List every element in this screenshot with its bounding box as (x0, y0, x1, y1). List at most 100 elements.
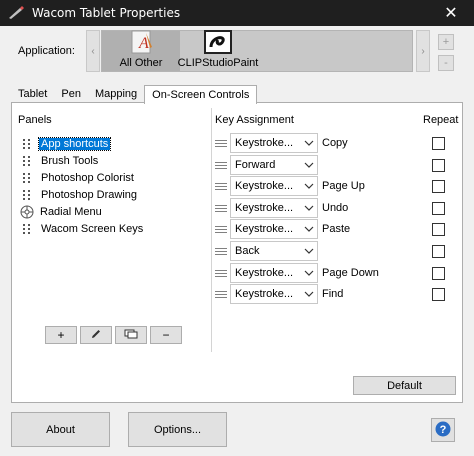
help-button[interactable]: ? (431, 418, 455, 442)
duplicate-icon (124, 328, 138, 343)
row-drag-handle-icon[interactable] (215, 291, 227, 299)
add-panel-button[interactable]: + (45, 326, 77, 344)
row-drag-handle-icon[interactable] (215, 183, 227, 191)
dropdown-value: Forward (235, 159, 276, 171)
remove-panel-button[interactable]: − (150, 326, 182, 344)
tab-tablet[interactable]: Tablet (11, 85, 54, 103)
close-button[interactable]: ✕ (428, 0, 474, 26)
keystroke-value: Page Up (322, 180, 365, 192)
add-application-button[interactable]: + (438, 34, 454, 50)
drag-grip-icon (21, 189, 33, 201)
drag-grip-icon (21, 155, 33, 167)
window-title: Wacom Tablet Properties (32, 6, 181, 20)
panel-item-label: App shortcuts (37, 136, 112, 151)
key-assignment-dropdown[interactable]: Keystroke... (230, 133, 318, 153)
repeat-checkbox[interactable] (432, 137, 445, 150)
repeat-checkbox[interactable] (432, 223, 445, 236)
scroll-left-button[interactable]: ‹ (86, 30, 100, 72)
panel-item-brush-tools[interactable]: Brush Tools (21, 153, 100, 168)
tab-mapping[interactable]: Mapping (88, 85, 144, 103)
key-assignment-dropdown[interactable]: Keystroke... (230, 176, 318, 196)
chevron-down-icon (304, 246, 314, 256)
dropdown-value: Keystroke... (235, 288, 294, 300)
dropdown-value: Keystroke... (235, 267, 294, 279)
chevron-down-icon (304, 224, 314, 234)
dropdown-value: Keystroke... (235, 223, 294, 235)
keystroke-value: Paste (322, 223, 351, 235)
edit-panel-button[interactable] (80, 326, 112, 344)
default-button[interactable]: Default (353, 376, 456, 395)
panel-item-label: Brush Tools (41, 154, 99, 167)
drag-grip-icon (21, 172, 33, 184)
dropdown-value: Keystroke... (235, 202, 294, 214)
row-drag-handle-icon[interactable] (215, 140, 227, 148)
keystroke-value: Page Down (322, 267, 379, 279)
row-drag-handle-icon[interactable] (215, 226, 227, 234)
chevron-down-icon (304, 181, 314, 191)
row-drag-handle-icon[interactable] (215, 270, 227, 278)
row-drag-handle-icon[interactable] (215, 205, 227, 213)
tab-pen[interactable]: Pen (54, 85, 88, 103)
key-assignment-dropdown[interactable]: Keystroke... (230, 219, 318, 239)
tab-on-screen-controls[interactable]: On-Screen Controls (144, 85, 258, 104)
about-button[interactable]: About (11, 412, 110, 447)
panel-item-app-shortcuts[interactable]: App shortcuts (21, 136, 112, 151)
row-drag-handle-icon[interactable] (215, 248, 227, 256)
repeat-checkbox[interactable] (432, 180, 445, 193)
all-other-icon: A (126, 29, 156, 55)
application-strip: A All Other CLIPStudioPaint (101, 30, 413, 72)
scroll-right-button[interactable]: › (416, 30, 430, 72)
panel-item-label: Photoshop Colorist (41, 171, 134, 184)
key-assignment-dropdown[interactable]: Keystroke... (230, 284, 318, 304)
chevron-down-icon (304, 160, 314, 170)
tab-strip: Tablet Pen Mapping On-Screen Controls (11, 85, 258, 104)
options-button[interactable]: Options... (128, 412, 227, 447)
panel-item-label: Photoshop Drawing (41, 188, 138, 201)
radial-menu-icon (20, 205, 34, 219)
panel-item-label: Wacom Screen Keys (41, 222, 144, 235)
repeat-checkbox[interactable] (432, 202, 445, 215)
wacom-pen-icon (8, 6, 24, 20)
pencil-icon (90, 328, 102, 343)
panel-item-photoshop-colorist[interactable]: Photoshop Colorist (21, 170, 136, 185)
chevron-down-icon (304, 268, 314, 278)
drag-grip-icon (21, 138, 33, 150)
dropdown-value: Back (235, 245, 260, 257)
key-assignment-dropdown[interactable]: Keystroke... (230, 263, 318, 283)
svg-text:?: ? (440, 424, 447, 436)
chevron-down-icon (304, 289, 314, 299)
application-tile-all-other[interactable]: A All Other (102, 29, 180, 71)
repeat-checkbox[interactable] (432, 267, 445, 280)
dropdown-value: Keystroke... (235, 180, 294, 192)
application-tile-label: All Other (119, 57, 163, 69)
panel-item-radial-menu[interactable]: Radial Menu (20, 204, 104, 219)
title-bar: Wacom Tablet Properties ✕ (0, 0, 474, 26)
panels-heading: Panels (18, 114, 52, 126)
panel-item-label: Radial Menu (40, 205, 102, 218)
repeat-checkbox[interactable] (432, 159, 445, 172)
key-assignment-dropdown[interactable]: Back (230, 241, 318, 261)
row-drag-handle-icon[interactable] (215, 162, 227, 170)
chevron-down-icon (304, 138, 314, 148)
panel-item-photoshop-drawing[interactable]: Photoshop Drawing (21, 187, 139, 202)
panel-item-wacom-screen-keys[interactable]: Wacom Screen Keys (21, 221, 145, 236)
keystroke-value: Copy (322, 137, 348, 149)
duplicate-panel-button[interactable] (115, 326, 147, 344)
application-label: Application: (18, 45, 75, 57)
drag-grip-icon (21, 223, 33, 235)
key-assignment-heading: Key Assignment (215, 114, 294, 126)
chevron-down-icon (304, 203, 314, 213)
repeat-heading: Repeat (423, 114, 459, 126)
application-tile-clip-studio[interactable]: CLIPStudioPaint (177, 29, 259, 71)
key-assignment-dropdown[interactable]: Keystroke... (230, 198, 318, 218)
application-tile-label: CLIPStudioPaint (177, 57, 259, 69)
repeat-checkbox[interactable] (432, 288, 445, 301)
clip-studio-icon (203, 29, 233, 55)
key-assignment-dropdown[interactable]: Forward (230, 155, 318, 175)
remove-application-button[interactable]: - (438, 55, 454, 71)
keystroke-value: Find (322, 288, 344, 300)
repeat-checkbox[interactable] (432, 245, 445, 258)
help-icon: ? (435, 421, 451, 440)
keystroke-value: Undo (322, 202, 349, 214)
dropdown-value: Keystroke... (235, 137, 294, 149)
